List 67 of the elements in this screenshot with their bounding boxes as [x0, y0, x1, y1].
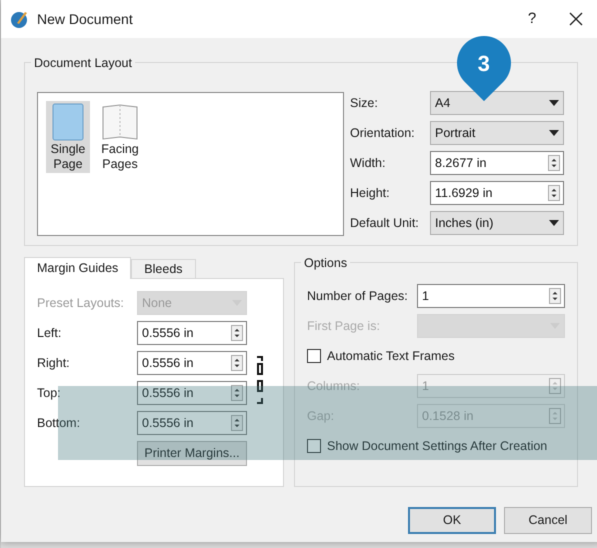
spin-field[interactable]: 1	[417, 284, 565, 308]
field-label: Right:	[37, 354, 71, 372]
field-value: 11.6929 in	[435, 184, 492, 202]
single-page-icon	[52, 103, 84, 141]
callout-number: 3	[478, 50, 490, 78]
field-value: 0.5556 in	[142, 354, 194, 372]
field-value: 0.5556 in	[142, 384, 194, 402]
dialog-button[interactable]: OK	[408, 507, 496, 534]
dropdown[interactable]: A4	[430, 91, 564, 115]
field-value: 0.5556 in	[142, 414, 194, 432]
spinner-arrows-icon[interactable]	[231, 355, 243, 371]
field-label: Default Unit:	[350, 214, 420, 232]
layout-label: Single Page	[50, 142, 86, 172]
spinner-arrows-icon[interactable]	[548, 185, 560, 201]
spin-field[interactable]: 0.5556 in	[137, 351, 247, 375]
caret-icon	[549, 100, 559, 106]
field-label: Number of Pages:	[307, 288, 409, 305]
field-value: 1	[422, 378, 429, 395]
dropdown-value: None	[142, 294, 172, 312]
field-label: Height:	[350, 184, 391, 202]
dropdown[interactable]: Portrait	[430, 121, 564, 145]
spin-field[interactable]: 0.5556 in	[137, 381, 247, 405]
layout-option[interactable]: Facing Pages	[98, 101, 142, 173]
field-value: 1	[422, 288, 429, 305]
field-label: Orientation:	[350, 124, 416, 142]
printer-margins-button[interactable]: Printer Margins...	[137, 441, 247, 466]
link-chain-icon[interactable]	[256, 356, 264, 404]
help-button[interactable]: ?	[517, 8, 547, 30]
field-label: Preset Layouts:	[37, 294, 125, 312]
caret-icon	[549, 220, 559, 226]
field-label: Left:	[37, 324, 62, 342]
checkbox-label: Automatic Text Frames	[327, 348, 455, 365]
spin-field[interactable]: 0.5556 in	[137, 321, 247, 345]
spinner-arrows-icon[interactable]	[231, 415, 243, 431]
field-label: Size:	[350, 94, 379, 112]
layout-label: Facing Pages	[100, 142, 140, 172]
tab[interactable]: Bleeds	[131, 259, 196, 278]
field-label: Top:	[37, 384, 62, 402]
dialog-button[interactable]: Cancel	[504, 507, 592, 534]
tab[interactable]: Margin Guides	[24, 257, 132, 279]
field-label: Width:	[350, 154, 386, 172]
field-value: 0.5556 in	[142, 324, 194, 342]
spin-field[interactable]: 8.2677 in	[430, 151, 564, 175]
spinner-arrows-icon[interactable]	[548, 155, 560, 171]
field-label: First Page is:	[307, 318, 381, 335]
spinner-arrows-icon[interactable]	[231, 385, 243, 401]
spinner-arrows-icon[interactable]	[231, 325, 243, 341]
layout-option[interactable]: Single Page	[46, 101, 90, 173]
field-value: 0.1528 in	[422, 408, 474, 425]
app-logo-icon	[9, 9, 29, 29]
checkbox-label: Show Document Settings After Creation	[327, 438, 548, 455]
window-title: New Document	[37, 10, 133, 28]
field-value: 8.2677 in	[435, 154, 486, 172]
dropdown-value: Portrait	[435, 124, 476, 142]
dropdown[interactable]: Inches (in)	[430, 211, 564, 235]
field-label: Columns:	[307, 378, 361, 395]
open-book-icon	[101, 103, 139, 141]
spinner-arrows-icon[interactable]	[549, 288, 561, 304]
close-icon	[569, 12, 583, 26]
field-label: Bottom:	[37, 414, 82, 432]
spin-field[interactable]: 11.6929 in	[430, 181, 564, 205]
spin-field[interactable]: 0.5556 in	[137, 411, 247, 435]
dropdown-value: A4	[435, 94, 450, 112]
checkbox[interactable]	[307, 439, 321, 453]
caret-icon	[549, 130, 559, 136]
checkbox[interactable]	[307, 349, 321, 363]
dropdown-value: Inches (in)	[435, 214, 494, 232]
